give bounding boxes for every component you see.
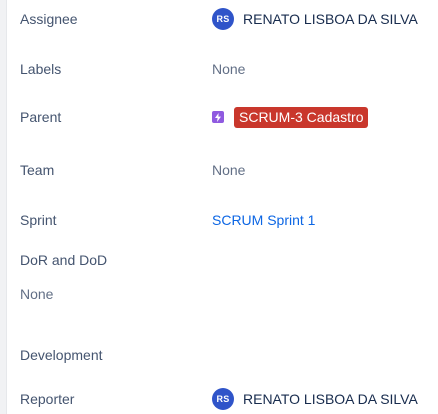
assignee-name: RENATO LISBOA DA SILVA bbox=[243, 11, 418, 27]
assignee-value[interactable]: RS RENATO LISBOA DA SILVA bbox=[212, 8, 418, 30]
assignee-avatar: RS bbox=[212, 8, 234, 30]
team-value[interactable]: None bbox=[212, 162, 245, 178]
team-label: Team bbox=[20, 162, 55, 178]
dor-dod-value[interactable]: None bbox=[20, 286, 53, 302]
team-field: Team None bbox=[20, 155, 438, 185]
reporter-name: RENATO LISBOA DA SILVA bbox=[243, 391, 418, 407]
reporter-label: Reporter bbox=[20, 391, 75, 407]
reporter-value[interactable]: RS RENATO LISBOA DA SILVA bbox=[212, 388, 418, 410]
assignee-label: Assignee bbox=[20, 11, 78, 27]
labels-label: Labels bbox=[20, 61, 62, 77]
development-field: Development bbox=[20, 340, 438, 370]
reporter-field: Reporter RS RENATO LISBOA DA SILVA bbox=[20, 384, 438, 414]
parent-issue-link[interactable]: SCRUM-3 Cadastro bbox=[234, 106, 369, 128]
assignee-field: Assignee RS RENATO LISBOA DA SILVA bbox=[20, 4, 438, 34]
epic-lightning-icon bbox=[212, 111, 224, 123]
parent-value[interactable]: SCRUM-3 Cadastro bbox=[212, 106, 369, 128]
panel-left-border bbox=[0, 0, 7, 414]
parent-field: Parent SCRUM-3 Cadastro bbox=[20, 102, 438, 132]
dor-dod-label: DoR and DoD bbox=[20, 252, 108, 268]
sprint-label: Sprint bbox=[20, 212, 57, 228]
labels-value[interactable]: None bbox=[212, 61, 245, 77]
labels-field: Labels None bbox=[20, 54, 438, 84]
sprint-field: Sprint SCRUM Sprint 1 bbox=[20, 205, 438, 235]
parent-label: Parent bbox=[20, 109, 62, 125]
sprint-link[interactable]: SCRUM Sprint 1 bbox=[212, 212, 315, 228]
development-label: Development bbox=[20, 347, 103, 363]
issue-details-panel: Assignee RS RENATO LISBOA DA SILVA Label… bbox=[20, 0, 436, 414]
reporter-avatar: RS bbox=[212, 388, 234, 410]
